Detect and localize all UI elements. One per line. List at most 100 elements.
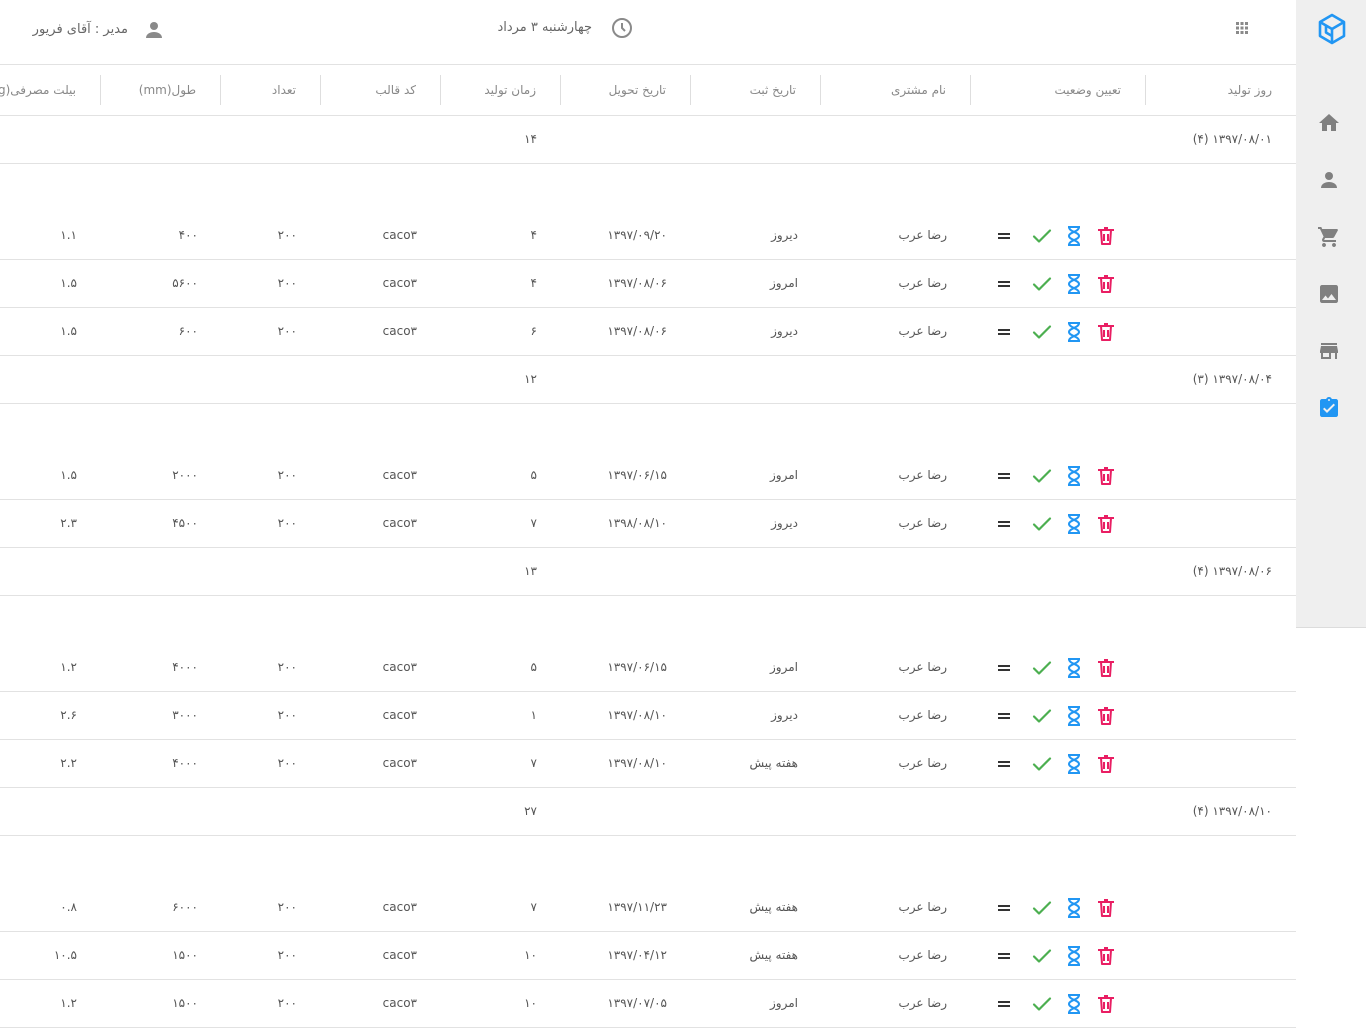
cell-count: ۲۰۰ [277, 948, 297, 962]
clock-icon [610, 16, 634, 40]
top-bar: چهارشنبه ۳ مرداد مدیر : آقای فریور [0, 0, 1296, 65]
cell-registered: دیروز [771, 708, 798, 722]
group-total-time: ۱۴ [524, 132, 537, 146]
group-row[interactable]: ۱۳۹۷/۰۸/۰۱ (۴) ۱۴ [0, 116, 1296, 164]
column-header-length[interactable]: طول(mm) [101, 75, 221, 105]
column-header-customer[interactable]: نام مشتری [821, 75, 971, 105]
equal-icon[interactable] [992, 992, 1016, 1016]
group-row[interactable]: ۱۳۹۷/۰۸/۰۶ (۴) ۱۳ [0, 548, 1296, 596]
table-row[interactable]: رضا عرب امروز ۱۳۹۷/۰۶/۱۵ ۵ caco۳ ۲۰۰ ۲۰۰۰ ۱.۵ [0, 452, 1296, 500]
hourglass-icon[interactable] [1062, 464, 1086, 488]
delete-icon[interactable] [1094, 464, 1118, 488]
hourglass-icon[interactable] [1062, 944, 1086, 968]
cell-count: ۲۰۰ [277, 468, 297, 482]
group-row[interactable]: ۱۳۹۷/۰۸/۰۴ (۳) ۱۲ [0, 356, 1296, 404]
cell-length: ۴۰۰۰ [172, 756, 198, 770]
check-icon[interactable] [1030, 992, 1054, 1016]
cell-count: ۲۰۰ [277, 996, 297, 1010]
apps-grid-icon[interactable] [1234, 20, 1250, 36]
table-row[interactable]: رضا عرب هفته پیش ۱۳۹۷/۰۸/۱۰ ۷ caco۳ ۲۰۰ ۴۰۰۰ ۲.… [0, 740, 1296, 788]
hourglass-icon[interactable] [1062, 896, 1086, 920]
cart-icon[interactable] [1317, 225, 1341, 249]
hourglass-icon[interactable] [1062, 272, 1086, 296]
delete-icon[interactable] [1094, 944, 1118, 968]
equal-icon[interactable] [992, 224, 1016, 248]
clipboard-check-icon[interactable] [1317, 396, 1341, 420]
hourglass-icon[interactable] [1062, 992, 1086, 1016]
delete-icon[interactable] [1094, 320, 1118, 344]
cell-delivery: ۱۳۹۷/۰۸/۰۶ [607, 276, 667, 290]
column-header-delivery[interactable]: تاریخ تحویل [561, 75, 691, 105]
table-row[interactable]: رضا عرب هفته پیش ۱۳۹۷/۰۴/۱۲ ۱۰ caco۳ ۲۰۰ ۱۵۰۰ ۱… [0, 932, 1296, 980]
column-header-billet[interactable]: بیلت مصرفی(kg) [0, 75, 101, 105]
check-icon[interactable] [1030, 896, 1054, 920]
delete-icon[interactable] [1094, 272, 1118, 296]
equal-icon[interactable] [992, 272, 1016, 296]
delete-icon[interactable] [1094, 896, 1118, 920]
column-header-status[interactable]: تعیین وضعیت [971, 75, 1146, 105]
column-header-time[interactable]: زمان تولید [441, 75, 561, 105]
table-row[interactable]: رضا عرب دیروز ۱۳۹۸/۰۸/۱۰ ۷ caco۳ ۲۰۰ ۴۵۰۰ ۲.۳ [0, 500, 1296, 548]
hourglass-icon[interactable] [1062, 752, 1086, 776]
home-icon[interactable] [1317, 111, 1341, 135]
user-icon[interactable] [142, 18, 166, 42]
cell-mold: caco۳ [382, 516, 417, 530]
table-row[interactable]: رضا عرب امروز ۱۳۹۷/۰۷/۰۵ ۱۰ caco۳ ۲۰۰ ۱۵۰۰ ۱.۲ [0, 980, 1296, 1028]
cell-mold: caco۳ [382, 948, 417, 962]
cell-customer: رضا عرب [898, 660, 947, 674]
cell-customer: رضا عرب [898, 948, 947, 962]
hourglass-icon[interactable] [1062, 512, 1086, 536]
cell-billet: ۱.۲ [60, 996, 77, 1010]
cell-time: ۵ [530, 468, 537, 482]
cell-registered: امروز [770, 276, 798, 290]
table-row[interactable]: رضا عرب امروز ۱۳۹۷/۰۶/۱۵ ۵ caco۳ ۲۰۰ ۴۰۰۰ ۱.۲ [0, 644, 1296, 692]
table-row[interactable]: رضا عرب دیروز ۱۳۹۷/۰۸/۱۰ ۱ caco۳ ۲۰۰ ۳۰۰۰ ۲.۶ [0, 692, 1296, 740]
cube-logo-icon[interactable] [1316, 12, 1348, 46]
column-header-registered[interactable]: تاریخ ثبت [691, 75, 821, 105]
store-icon[interactable] [1317, 339, 1341, 363]
check-icon[interactable] [1030, 320, 1054, 344]
column-header-count[interactable]: تعداد [221, 75, 321, 105]
check-icon[interactable] [1030, 704, 1054, 728]
check-icon[interactable] [1030, 224, 1054, 248]
check-icon[interactable] [1030, 272, 1054, 296]
equal-icon[interactable] [992, 704, 1016, 728]
equal-icon[interactable] [992, 512, 1016, 536]
group-row[interactable]: ۱۳۹۷/۰۸/۱۰ (۴) ۲۷ [0, 788, 1296, 836]
hourglass-icon[interactable] [1062, 704, 1086, 728]
cell-count: ۲۰۰ [277, 228, 297, 242]
hourglass-icon[interactable] [1062, 656, 1086, 680]
equal-icon[interactable] [992, 944, 1016, 968]
delete-icon[interactable] [1094, 752, 1118, 776]
delete-icon[interactable] [1094, 704, 1118, 728]
cell-length: ۳۰۰۰ [172, 708, 198, 722]
table-row[interactable]: رضا عرب دیروز ۱۳۹۷/۰۸/۰۶ ۶ caco۳ ۲۰۰ ۶۰۰ ۱.۵ [0, 308, 1296, 356]
table-row[interactable]: رضا عرب هفته پیش ۱۳۹۷/۱۱/۲۳ ۷ caco۳ ۲۰۰ ۶۰۰۰ ۰.… [0, 884, 1296, 932]
column-header-day[interactable]: روز تولید [1146, 75, 1296, 105]
equal-icon[interactable] [992, 752, 1016, 776]
cell-registered: امروز [770, 468, 798, 482]
check-icon[interactable] [1030, 656, 1054, 680]
equal-icon[interactable] [992, 656, 1016, 680]
image-icon[interactable] [1317, 282, 1341, 306]
equal-icon[interactable] [992, 464, 1016, 488]
delete-icon[interactable] [1094, 656, 1118, 680]
equal-icon[interactable] [992, 896, 1016, 920]
equal-icon[interactable] [992, 320, 1016, 344]
cell-billet: ۰.۸ [60, 900, 77, 914]
delete-icon[interactable] [1094, 224, 1118, 248]
person-icon[interactable] [1317, 168, 1341, 192]
table-row[interactable]: رضا عرب امروز ۱۳۹۷/۰۸/۰۶ ۴ caco۳ ۲۰۰ ۵۶۰۰ ۱.۵ [0, 260, 1296, 308]
cell-billet: ۱.۵ [60, 468, 77, 482]
hourglass-icon[interactable] [1062, 224, 1086, 248]
check-icon[interactable] [1030, 512, 1054, 536]
delete-icon[interactable] [1094, 992, 1118, 1016]
hourglass-icon[interactable] [1062, 320, 1086, 344]
check-icon[interactable] [1030, 464, 1054, 488]
column-header-mold[interactable]: کد قالب [321, 75, 441, 105]
table-row[interactable]: رضا عرب دیروز ۱۳۹۷/۰۹/۲۰ ۴ caco۳ ۲۰۰ ۴۰۰ ۱.۱ [0, 212, 1296, 260]
check-icon[interactable] [1030, 944, 1054, 968]
cell-length: ۵۶۰۰ [172, 276, 198, 290]
delete-icon[interactable] [1094, 512, 1118, 536]
check-icon[interactable] [1030, 752, 1054, 776]
